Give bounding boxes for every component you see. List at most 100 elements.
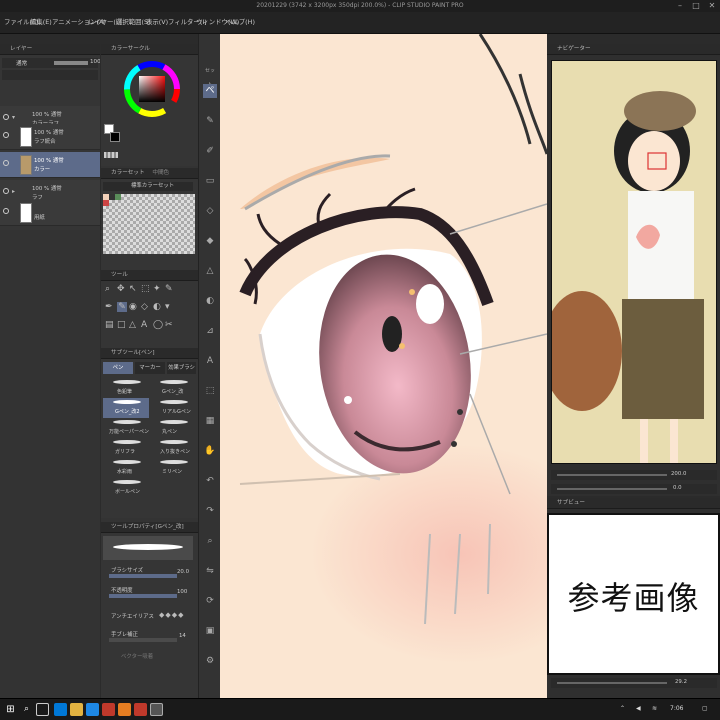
flip-icon[interactable]: ⇋ [203,564,217,578]
settings-icon[interactable]: ⚙ [203,654,217,668]
blend-icon[interactable]: ◐ [153,302,161,312]
eye-icon[interactable] [3,208,9,214]
redo-icon[interactable]: ↷ [203,504,217,518]
color-wheel[interactable] [123,60,181,118]
layer-item-selected[interactable]: 100 % 通常 カラー [0,152,100,178]
color-set-select[interactable]: 標準カラーセット [103,182,193,191]
stabilization-slider[interactable] [109,638,177,642]
app-icon[interactable] [102,703,115,716]
fit-icon[interactable]: ▣ [203,624,217,638]
minimize-icon[interactable]: – [674,1,686,11]
brush-item[interactable]: リアルGペン [150,398,196,418]
brush-item-selected[interactable]: Gペン_改2 [103,398,149,418]
eyedropper-icon[interactable]: ✎ [165,284,173,294]
tab-marker[interactable]: マーカー [135,362,165,374]
task-view-icon[interactable] [36,703,49,716]
subview-zoom-slider[interactable] [557,682,667,684]
brush-item[interactable]: ミリペン [150,458,196,478]
prop-row[interactable]: アンチエイリアス ◆◆◆◆ [103,610,196,624]
grid-icon[interactable]: ▦ [203,414,217,428]
brush-item[interactable]: 色鉛筆 [103,378,149,398]
figure-icon[interactable]: □ [117,320,126,330]
eye-icon[interactable] [3,160,9,166]
volume-icon[interactable]: ◀ [636,705,641,712]
app-icon[interactable] [54,703,67,716]
pen-icon[interactable]: ✎ [203,114,217,128]
maximize-icon[interactable]: □ [690,1,702,11]
gradient-icon[interactable]: ▤ [105,320,114,330]
tab-pen[interactable]: ペン [103,362,133,374]
menu-edit[interactable]: 編集(E) [30,17,52,26]
color-icon[interactable]: ◐ [203,294,217,308]
app-icon[interactable] [134,703,147,716]
prop-row[interactable]: ブラシサイズ 20.0 [103,566,196,580]
app-icon[interactable] [86,703,99,716]
zoom-icon[interactable]: ⌕ [203,534,217,548]
eraser-icon[interactable]: ◇ [203,204,217,218]
menu-help[interactable]: ヘルプ(H) [226,17,255,26]
tool-button[interactable]: ペ [203,84,217,98]
select-icon[interactable]: ⬚ [141,284,150,294]
move-icon[interactable]: ✥ [117,284,125,294]
navigator-preview[interactable] [551,60,717,464]
wand-icon[interactable]: ✦ [153,284,161,294]
brush-size-slider[interactable] [109,574,177,578]
brush-icon[interactable]: ✎ [117,302,127,312]
brush-icon[interactable]: ✐ [203,144,217,158]
eraser-icon[interactable]: ◇ [141,302,148,312]
color-set-tab[interactable]: 中間色 [152,170,169,176]
prop-row[interactable]: 不透明度 100 [103,586,196,600]
transparent-swatch[interactable] [104,152,118,158]
antialias-icon[interactable]: ◆◆◆◆ [159,611,185,619]
search-icon[interactable]: ⌕ [20,703,33,716]
layer-item[interactable]: 用紙 [0,200,100,226]
network-icon[interactable]: ⌃ [620,705,625,712]
brush-item[interactable]: 入り抜きペン [150,438,196,458]
drawing-canvas[interactable] [220,34,547,698]
eye-icon[interactable] [3,188,9,194]
layer-item[interactable]: 100 % 通常 ラフ統合 [0,124,100,150]
tab-label[interactable]: セット [203,64,217,88]
color-set-grid[interactable] [103,194,195,254]
sub-color-swatch[interactable] [110,132,120,142]
ruler-icon[interactable]: △ [129,320,136,330]
airbrush-icon[interactable]: ◉ [129,302,137,312]
browser-icon[interactable] [118,703,131,716]
shape-icon[interactable]: △ [203,264,217,278]
text-icon[interactable]: A [203,354,217,368]
folder-icon[interactable] [70,703,83,716]
operation-icon[interactable]: ↖ [129,284,137,294]
prop-row[interactable]: ベクター吸着 [103,650,196,664]
tab-effect-brush[interactable]: 効果ブラシ [167,362,196,374]
balloon-icon[interactable]: ◯ [153,320,163,330]
brush-item[interactable]: 丸ペン [150,418,196,438]
correct-line-icon[interactable]: ✂ [165,320,173,330]
rotate-icon[interactable]: ⟳ [203,594,217,608]
notification-icon[interactable]: ▢ [702,705,708,712]
rotate-slider[interactable] [557,488,667,490]
zoom-slider[interactable] [557,474,667,476]
zoom-icon[interactable]: ⌕ [105,284,110,294]
fill-icon[interactable]: ▾ [165,302,170,312]
brush-item[interactable]: 万能ペーパーペン [103,418,149,438]
start-icon[interactable]: ⊞ [4,703,17,716]
hand-icon[interactable]: ✋ [203,444,217,458]
menu-view[interactable]: 表示(V) [146,17,168,26]
brush-item[interactable]: 水彩雨 [103,458,149,478]
fill-icon[interactable]: ◆ [203,234,217,248]
swatch[interactable] [115,194,121,200]
wifi-icon[interactable]: ≋ [652,705,657,712]
select-icon[interactable]: ⬚ [203,384,217,398]
brush-item[interactable]: Gペン_改 [150,378,196,398]
text-icon[interactable]: A [141,320,147,330]
pen-icon[interactable]: ✒ [105,302,113,312]
layer-icon[interactable]: ▭ [203,174,217,188]
ruler-icon[interactable]: ⊿ [203,324,217,338]
opacity-slider[interactable] [54,61,88,65]
brush-item[interactable]: ボールペン [103,478,149,498]
reference-image[interactable]: 参考画像 [547,513,720,675]
prop-row[interactable]: 手ブレ補正 14 [103,630,196,644]
eye-icon[interactable] [3,114,9,120]
blend-mode-select[interactable]: 通常 [16,59,27,67]
eye-icon[interactable] [3,132,9,138]
